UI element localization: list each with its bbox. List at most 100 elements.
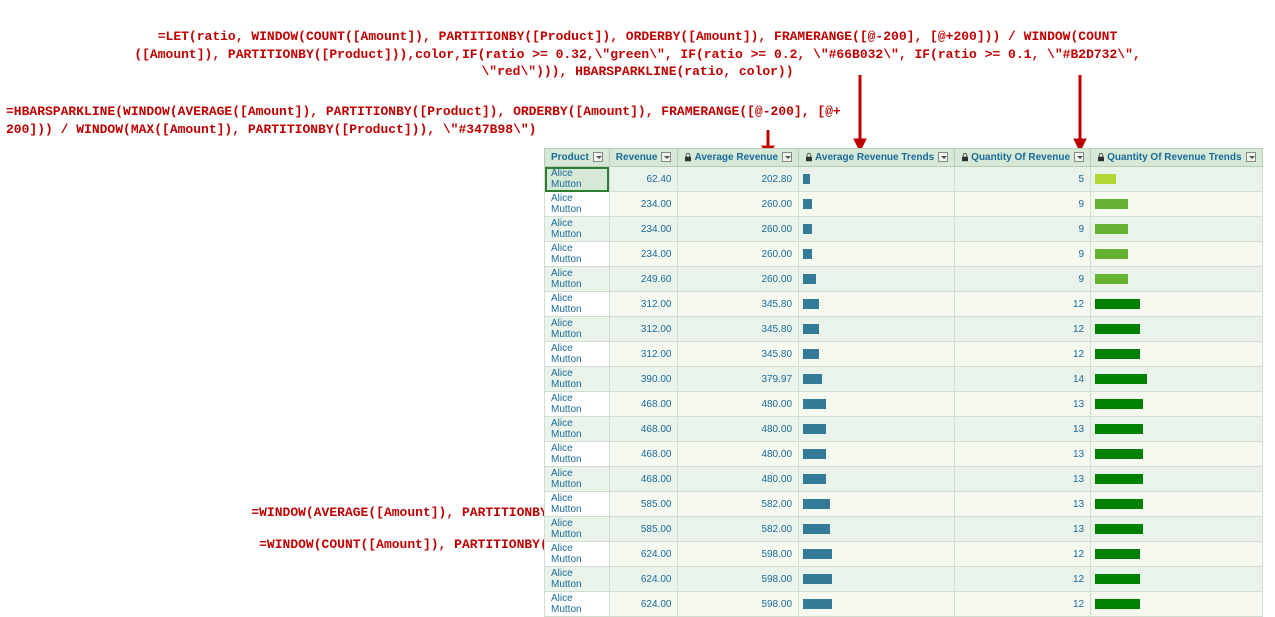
cell-avg[interactable]: 582.00 [678, 492, 799, 517]
cell-revenue[interactable]: 468.00 [609, 392, 678, 417]
cell-avg-trend[interactable] [799, 342, 955, 367]
cell-product[interactable]: Alice Mutton [545, 392, 610, 417]
cell-avg-trend[interactable] [799, 567, 955, 592]
cell-avg[interactable]: 480.00 [678, 467, 799, 492]
cell-qty[interactable]: 13 [955, 492, 1091, 517]
cell-revenue[interactable]: 312.00 [609, 317, 678, 342]
cell-qty[interactable]: 12 [955, 567, 1091, 592]
cell-qty-trend[interactable] [1091, 267, 1262, 292]
cell-product[interactable]: Alice Mutton [545, 342, 610, 367]
cell-revenue[interactable]: 468.00 [609, 417, 678, 442]
cell-revenue[interactable]: 468.00 [609, 442, 678, 467]
cell-avg-trend[interactable] [799, 542, 955, 567]
cell-product[interactable]: Alice Mutton [545, 217, 610, 242]
cell-qty-trend[interactable] [1091, 167, 1262, 192]
cell-revenue[interactable]: 234.00 [609, 217, 678, 242]
cell-qty[interactable]: 13 [955, 442, 1091, 467]
cell-product[interactable]: Alice Mutton [545, 492, 610, 517]
cell-avg-trend[interactable] [799, 292, 955, 317]
cell-qty[interactable]: 9 [955, 192, 1091, 217]
cell-revenue[interactable]: 62.40 [609, 167, 678, 192]
cell-avg-trend[interactable] [799, 217, 955, 242]
cell-qty-trend[interactable] [1091, 192, 1262, 217]
cell-qty[interactable]: 5 [955, 167, 1091, 192]
cell-revenue[interactable]: 249.60 [609, 267, 678, 292]
cell-qty[interactable]: 12 [955, 292, 1091, 317]
cell-avg-trend[interactable] [799, 517, 955, 542]
cell-product[interactable]: Alice Mutton [545, 192, 610, 217]
cell-qty[interactable]: 14 [955, 367, 1091, 392]
cell-qty-trend[interactable] [1091, 292, 1262, 317]
cell-avg-trend[interactable] [799, 442, 955, 467]
cell-product[interactable]: Alice Mutton [545, 367, 610, 392]
dropdown-icon[interactable] [1246, 152, 1256, 162]
cell-qty[interactable]: 13 [955, 517, 1091, 542]
cell-avg[interactable]: 345.80 [678, 292, 799, 317]
col-qty[interactable]: Quantity Of Revenue [955, 149, 1091, 167]
cell-revenue[interactable]: 624.00 [609, 542, 678, 567]
cell-product[interactable]: Alice Mutton [545, 517, 610, 542]
cell-avg[interactable]: 202.80 [678, 167, 799, 192]
cell-qty[interactable]: 9 [955, 242, 1091, 267]
dropdown-icon[interactable] [1074, 152, 1084, 162]
dropdown-icon[interactable] [661, 152, 671, 162]
cell-product[interactable]: Alice Mutton [545, 592, 610, 617]
cell-qty-trend[interactable] [1091, 592, 1262, 617]
cell-revenue[interactable]: 312.00 [609, 342, 678, 367]
cell-avg[interactable]: 260.00 [678, 192, 799, 217]
cell-qty-trend[interactable] [1091, 517, 1262, 542]
cell-revenue[interactable]: 585.00 [609, 492, 678, 517]
cell-qty-trend[interactable] [1091, 367, 1262, 392]
cell-qty[interactable]: 13 [955, 392, 1091, 417]
cell-revenue[interactable]: 390.00 [609, 367, 678, 392]
col-product[interactable]: Product [545, 149, 610, 167]
cell-avg[interactable]: 260.00 [678, 242, 799, 267]
cell-avg[interactable]: 480.00 [678, 417, 799, 442]
cell-qty[interactable]: 12 [955, 342, 1091, 367]
cell-avg[interactable]: 345.80 [678, 342, 799, 367]
cell-avg-trend[interactable] [799, 592, 955, 617]
cell-revenue[interactable]: 312.00 [609, 292, 678, 317]
cell-qty-trend[interactable] [1091, 417, 1262, 442]
cell-avg[interactable]: 345.80 [678, 317, 799, 342]
cell-avg-trend[interactable] [799, 167, 955, 192]
cell-avg[interactable]: 582.00 [678, 517, 799, 542]
cell-product[interactable]: Alice Mutton [545, 442, 610, 467]
cell-product[interactable]: Alice Mutton [545, 242, 610, 267]
cell-qty-trend[interactable] [1091, 442, 1262, 467]
cell-qty[interactable]: 9 [955, 267, 1091, 292]
cell-avg-trend[interactable] [799, 242, 955, 267]
cell-avg-trend[interactable] [799, 492, 955, 517]
col-avg[interactable]: Average Revenue [678, 149, 799, 167]
cell-avg[interactable]: 480.00 [678, 442, 799, 467]
cell-product[interactable]: Alice Mutton [545, 267, 610, 292]
cell-avg[interactable]: 260.00 [678, 267, 799, 292]
cell-product[interactable]: Alice Mutton [545, 292, 610, 317]
cell-qty[interactable]: 12 [955, 317, 1091, 342]
cell-product[interactable]: Alice Mutton [545, 542, 610, 567]
cell-avg[interactable]: 598.00 [678, 592, 799, 617]
col-avg-trend[interactable]: Average Revenue Trends [799, 149, 955, 167]
cell-qty[interactable]: 12 [955, 542, 1091, 567]
cell-avg-trend[interactable] [799, 192, 955, 217]
cell-qty-trend[interactable] [1091, 542, 1262, 567]
cell-avg-trend[interactable] [799, 317, 955, 342]
dropdown-icon[interactable] [593, 152, 603, 162]
cell-product[interactable]: Alice Mutton [545, 317, 610, 342]
cell-avg[interactable]: 598.00 [678, 567, 799, 592]
cell-product[interactable]: Alice Mutton [545, 567, 610, 592]
cell-qty-trend[interactable] [1091, 242, 1262, 267]
cell-qty-trend[interactable] [1091, 317, 1262, 342]
cell-qty[interactable]: 9 [955, 217, 1091, 242]
cell-revenue[interactable]: 234.00 [609, 242, 678, 267]
dropdown-icon[interactable] [938, 152, 948, 162]
dropdown-icon[interactable] [782, 152, 792, 162]
cell-revenue[interactable]: 624.00 [609, 592, 678, 617]
cell-revenue[interactable]: 585.00 [609, 517, 678, 542]
cell-product[interactable]: Alice Mutton [545, 417, 610, 442]
cell-avg[interactable]: 598.00 [678, 542, 799, 567]
cell-qty[interactable]: 12 [955, 592, 1091, 617]
cell-qty-trend[interactable] [1091, 567, 1262, 592]
cell-qty[interactable]: 13 [955, 417, 1091, 442]
cell-qty-trend[interactable] [1091, 217, 1262, 242]
